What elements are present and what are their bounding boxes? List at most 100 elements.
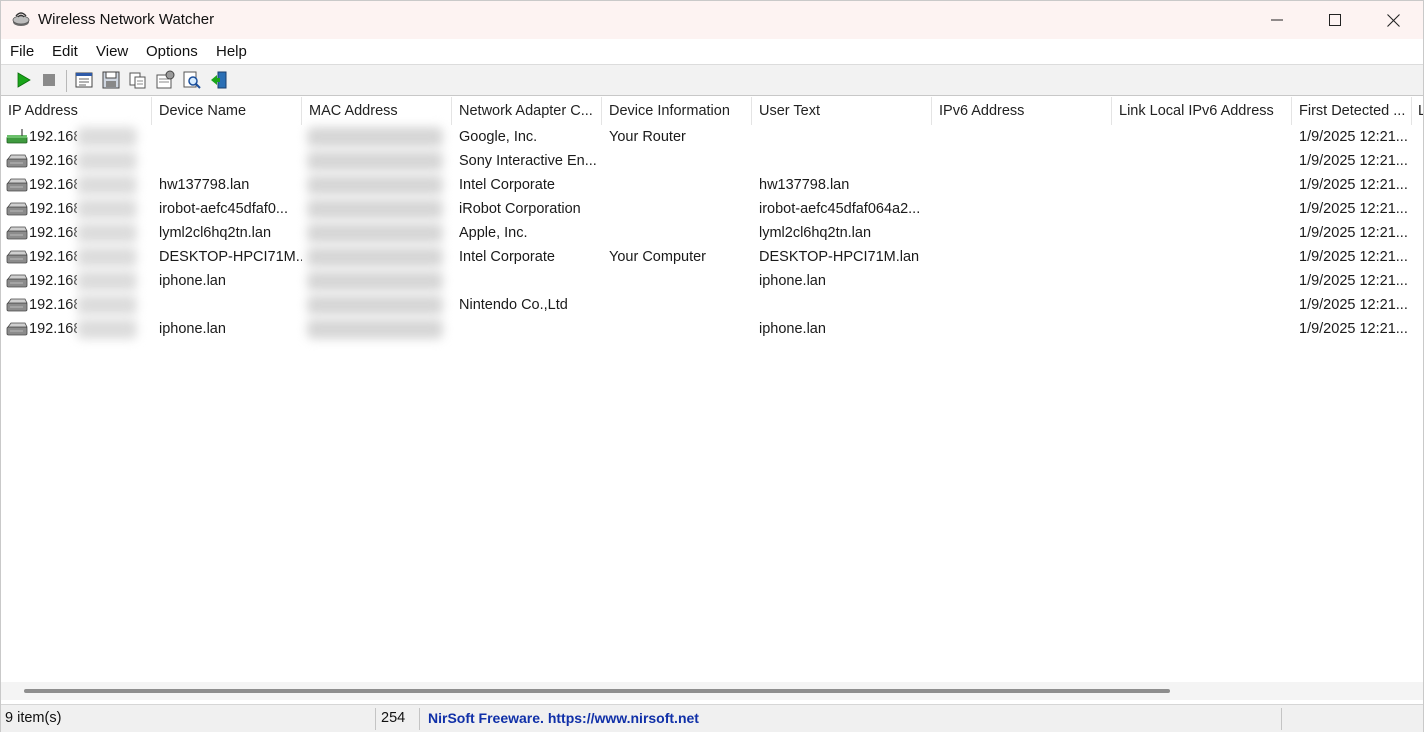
device-icon — [6, 322, 28, 336]
cell-ip-address: 192.168 — [29, 177, 77, 193]
cell-device-information — [609, 173, 752, 197]
column-header-device-information[interactable]: Device Information — [602, 97, 752, 125]
cell-device-information: Your Router — [609, 129, 686, 145]
column-header-link-local-ipv6[interactable]: Link Local IPv6 Address — [1112, 97, 1292, 125]
device-icon — [6, 298, 28, 312]
redacted-ip — [77, 295, 137, 315]
cell-user-text — [759, 149, 932, 173]
table-row[interactable]: 192.168 Google, Inc. Your Router 1/9/2025 1… — [1, 125, 1423, 149]
toolbar — [1, 64, 1423, 96]
table-row[interactable]: 192.168 iphone.lan iphone.lan 1/9/2025 12:2… — [1, 269, 1423, 293]
cell-device-name: lyml2cl6hq2tn.lan — [159, 225, 272, 241]
redacted-mac-address — [307, 223, 443, 243]
redacted-ip — [77, 151, 137, 171]
cell-network-adapter: Sony Interactive En... — [459, 153, 597, 169]
find-icon[interactable] — [182, 70, 202, 90]
cell-network-adapter: Google, Inc. — [459, 129, 538, 145]
table-row[interactable]: 192.168 Sony Interactive En... 1/9/2025 12… — [1, 149, 1423, 173]
cell-ip-address: 192.168 — [29, 321, 77, 337]
window-title: Wireless Network Watcher — [38, 11, 215, 28]
cell-user-text: lyml2cl6hq2tn.lan — [759, 225, 872, 241]
menu-options[interactable]: Options — [146, 43, 198, 60]
column-header-first-detected[interactable]: First Detected ... — [1292, 97, 1412, 125]
cell-device-information — [609, 269, 752, 293]
app-icon — [12, 12, 30, 26]
column-header-network-adapter[interactable]: Network Adapter C... — [452, 97, 602, 125]
cell-device-name — [159, 125, 302, 149]
table-row[interactable]: 192.168 DESKTOP-HPCI71M... Intel Corporate… — [1, 245, 1423, 269]
table-row[interactable]: 192.168 irobot-aefc45dfaf0... iRobot Corpo… — [1, 197, 1423, 221]
close-button[interactable] — [1364, 1, 1422, 39]
column-header-mac-address[interactable]: MAC Address — [302, 97, 452, 125]
device-icon — [6, 178, 28, 192]
redacted-mac-address — [307, 247, 443, 267]
cell-device-name: hw137798.lan — [159, 177, 250, 193]
toolbar-separator — [66, 70, 67, 92]
cell-device-name — [159, 293, 302, 317]
cell-first-detected: 1/9/2025 12:21... — [1299, 225, 1408, 241]
column-header-device-name[interactable]: Device Name — [152, 97, 302, 125]
cell-network-adapter: Nintendo Co.,Ltd — [459, 297, 568, 313]
column-header-ip-address[interactable]: IP Address — [1, 97, 152, 125]
menu-help[interactable]: Help — [216, 43, 247, 60]
redacted-mac-address — [307, 127, 443, 147]
redacted-mac-address — [307, 151, 443, 171]
cell-ip-address: 192.168 — [29, 129, 77, 145]
cell-device-information — [609, 197, 752, 221]
properties-icon[interactable] — [155, 70, 175, 90]
cell-network-adapter: iRobot Corporation — [459, 201, 581, 217]
device-icon — [6, 226, 28, 240]
maximize-button[interactable] — [1306, 1, 1364, 39]
app-window: Wireless Network Watcher File Edit View … — [0, 0, 1424, 732]
table-row[interactable]: 192.168 Nintendo Co.,Ltd 1/9/2025 12:21... — [1, 293, 1423, 317]
minimize-icon — [1271, 19, 1283, 21]
redacted-ip — [77, 247, 137, 267]
horizontal-scrollbar[interactable] — [1, 682, 1423, 700]
status-item-count: 9 item(s) — [5, 710, 62, 726]
redacted-ip — [77, 319, 137, 339]
exit-icon[interactable] — [209, 70, 229, 90]
copy-icon[interactable] — [128, 70, 148, 90]
table-row[interactable]: 192.168 iphone.lan iphone.lan 1/9/2025 12:2… — [1, 317, 1423, 341]
device-icon — [6, 274, 28, 288]
redacted-mac-address — [307, 295, 443, 315]
table-row[interactable]: 192.168 hw137798.lan Intel Corporate hw1377… — [1, 173, 1423, 197]
cell-network-adapter: Apple, Inc. — [459, 225, 528, 241]
menu-view[interactable]: View — [96, 43, 128, 60]
status-divider — [1281, 708, 1282, 730]
cell-first-detected: 1/9/2025 12:21... — [1299, 201, 1408, 217]
column-header-ipv6-address[interactable]: IPv6 Address — [932, 97, 1112, 125]
cell-device-name: iphone.lan — [159, 321, 226, 337]
table-row[interactable]: 192.168 lyml2cl6hq2tn.lan Apple, Inc. lyml2… — [1, 221, 1423, 245]
menu-file[interactable]: File — [10, 43, 34, 60]
cell-user-text: irobot-aefc45dfaf064a2... — [759, 201, 921, 217]
save-icon[interactable] — [101, 70, 121, 90]
device-icon — [6, 250, 28, 264]
device-icon — [6, 202, 28, 216]
cell-first-detected: 1/9/2025 12:21... — [1299, 297, 1408, 313]
router-icon — [6, 129, 28, 144]
redacted-ip — [77, 127, 137, 147]
cell-network-adapter — [459, 317, 602, 341]
stop-icon[interactable] — [39, 70, 59, 90]
play-icon[interactable] — [13, 70, 33, 90]
cell-ip-address: 192.168 — [29, 297, 77, 313]
cell-ip-address: 192.168 — [29, 249, 77, 265]
cell-network-adapter — [459, 269, 602, 293]
list-header: IP Address Device Name MAC Address Netwo… — [1, 97, 1423, 125]
minimize-button[interactable] — [1248, 1, 1306, 39]
cell-user-text: DESKTOP-HPCI71M.lan — [759, 249, 920, 265]
redacted-mac-address — [307, 319, 443, 339]
device-icon — [6, 154, 28, 168]
cell-first-detected: 1/9/2025 12:21... — [1299, 249, 1408, 265]
column-header-last[interactable]: L — [1412, 97, 1423, 125]
cell-network-adapter: Intel Corporate — [459, 249, 555, 265]
menu-edit[interactable]: Edit — [52, 43, 78, 60]
column-header-user-text[interactable]: User Text — [752, 97, 932, 125]
html-report-icon[interactable] — [74, 70, 94, 90]
cell-first-detected: 1/9/2025 12:21... — [1299, 153, 1408, 169]
scrollbar-thumb[interactable] — [24, 689, 1170, 693]
cell-ip-address: 192.168 — [29, 273, 77, 289]
nirsoft-link[interactable]: NirSoft Freeware. https://www.nirsoft.ne… — [428, 705, 699, 732]
cell-device-information — [609, 317, 752, 341]
